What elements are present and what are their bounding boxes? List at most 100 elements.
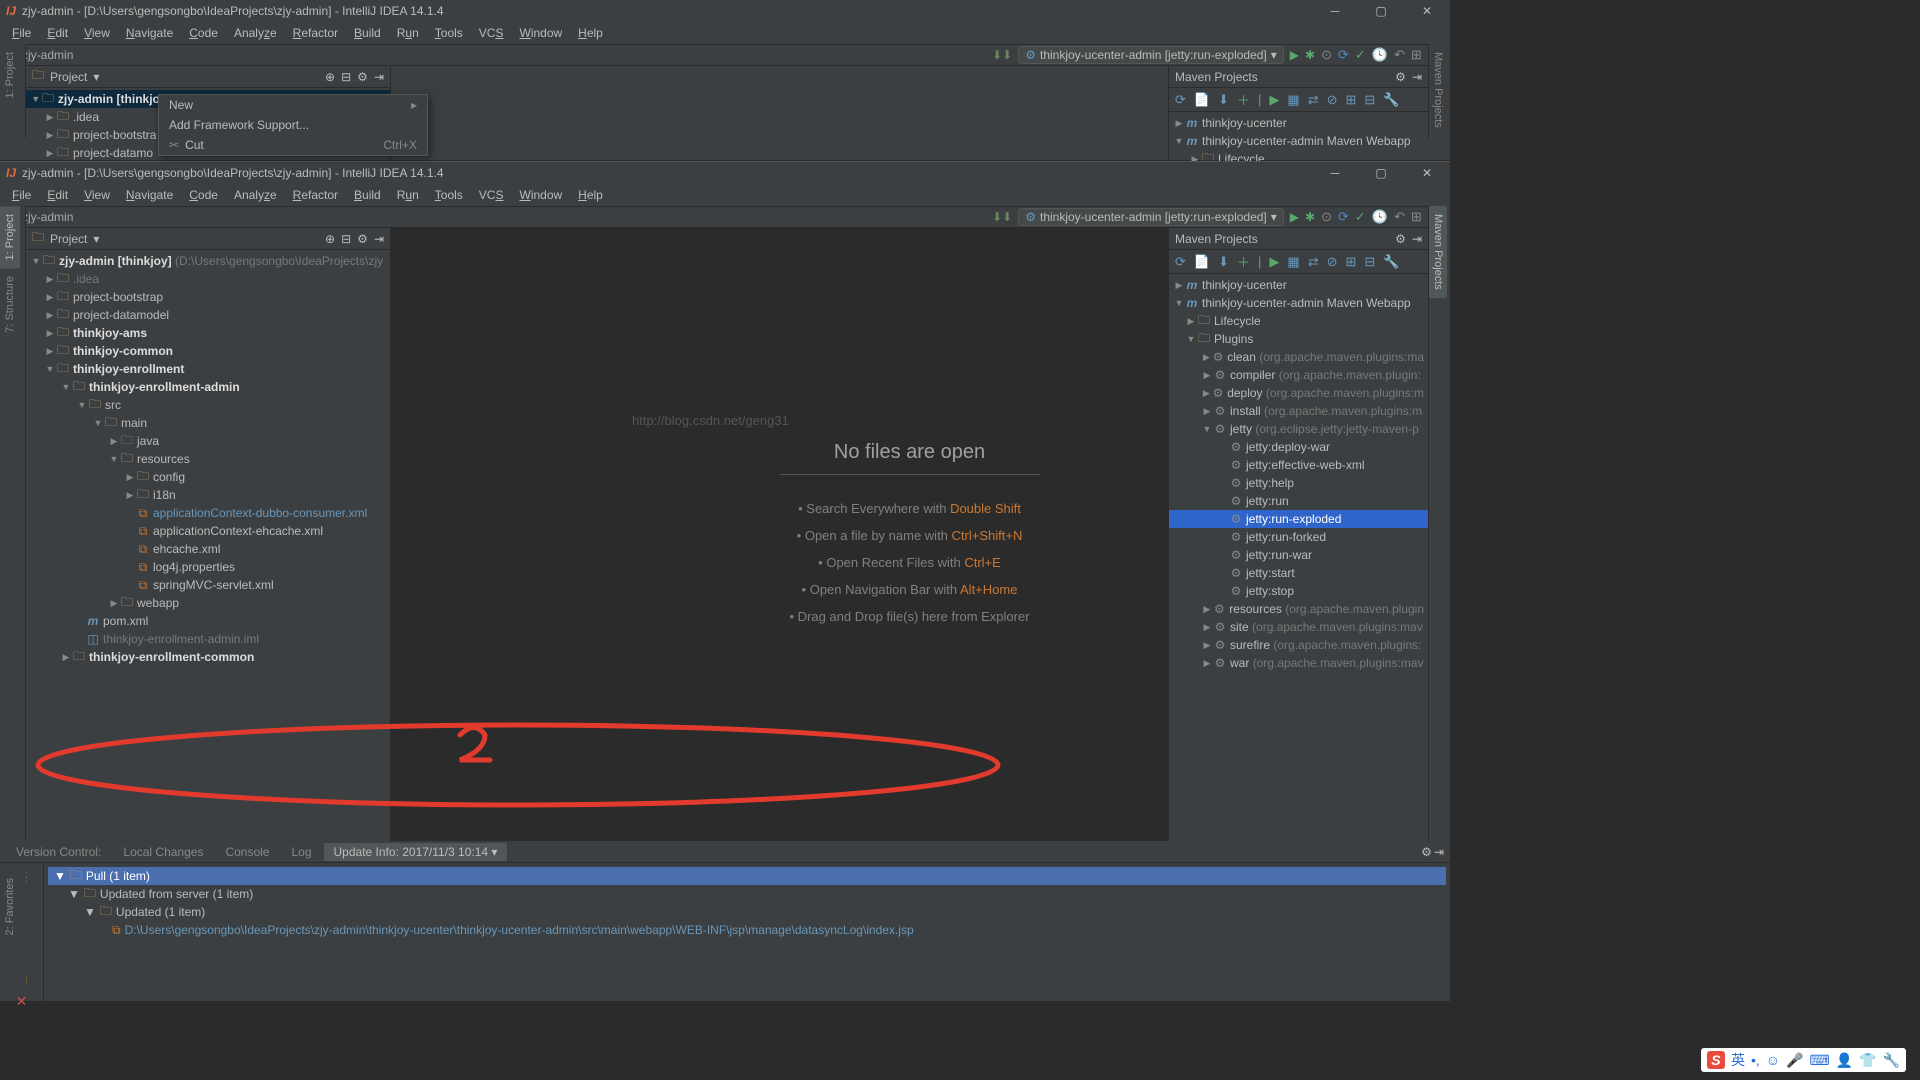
commit-icon[interactable]: ✓ xyxy=(1355,209,1366,225)
menu-navigate[interactable]: Navigate xyxy=(118,186,181,204)
menu-tools[interactable]: Tools xyxy=(427,186,471,204)
vcs-tab-update[interactable]: Update Info: 2017/11/3 10:14 ▾ xyxy=(324,843,508,861)
maximize-button[interactable]: ▢ xyxy=(1358,162,1404,184)
download-icon[interactable]: ⬇ xyxy=(1218,254,1229,270)
tree-item[interactable]: ▶⚙resources (org.apache.maven.plugin xyxy=(1169,600,1428,618)
reimport-icon[interactable]: ⟳ xyxy=(1175,254,1186,270)
ctx-add-framework[interactable]: Add Framework Support... xyxy=(159,115,427,135)
tree-item[interactable]: ▼mthinkjoy-ucenter-admin Maven Webapp xyxy=(1169,294,1428,312)
scroll-to-icon[interactable]: ⊟ xyxy=(341,70,351,84)
tree-item[interactable]: ▶🗀webapp xyxy=(26,594,390,612)
hide-icon[interactable]: ⇥ xyxy=(1412,232,1422,246)
maximize-button[interactable]: ▢ xyxy=(1358,0,1404,22)
menu-view[interactable]: View xyxy=(76,24,118,42)
tree-item[interactable]: ▶🗀thinkjoy-ams xyxy=(26,324,390,342)
tab-project[interactable]: 1: Project xyxy=(0,206,20,268)
tree-item[interactable]: ▶🗀thinkjoy-common xyxy=(26,342,390,360)
run-icon[interactable]: ▶ xyxy=(1269,92,1279,108)
vcs-tab-console[interactable]: Console xyxy=(215,843,279,861)
menu-build[interactable]: Build xyxy=(346,24,389,42)
tree-item[interactable]: ⧉springMVC-servlet.xml xyxy=(26,576,390,594)
vcs-row[interactable]: ▼🗀Updated from server (1 item) xyxy=(48,885,1446,903)
ime-emoji-icon[interactable]: ☺ xyxy=(1766,1052,1780,1068)
tree-item[interactable]: ▶mthinkjoy-ucenter xyxy=(1169,276,1428,294)
menu-run[interactable]: Run xyxy=(389,24,427,42)
tree-item[interactable]: ▶⚙compiler (org.apache.maven.plugin: xyxy=(1169,366,1428,384)
vcs-tab-log[interactable]: Log xyxy=(281,843,321,861)
settings-icon[interactable]: ⊞ xyxy=(1411,209,1422,225)
minimize-button[interactable]: ─ xyxy=(1312,0,1358,22)
view-mode-dropdown[interactable]: ▾ xyxy=(93,70,99,84)
menu-vcs[interactable]: VCS xyxy=(471,186,512,204)
tree-item[interactable]: ⧉ehcache.xml xyxy=(26,540,390,558)
skip-icon[interactable]: ⊘ xyxy=(1327,92,1338,108)
tree-item-selected[interactable]: ⚙jetty:run-exploded xyxy=(1169,510,1428,528)
hide-icon[interactable]: ⇥ xyxy=(374,232,384,246)
run-icon[interactable]: ▶ xyxy=(1290,210,1299,224)
ctx-cut[interactable]: ✂CutCtrl+X xyxy=(159,135,427,155)
tree-item[interactable]: ⚙jetty:stop xyxy=(1169,582,1428,600)
tree-item[interactable]: ▼🗀src xyxy=(26,396,390,414)
tree-item[interactable]: mpom.xml xyxy=(26,612,390,630)
skip-icon[interactable]: ⊘ xyxy=(1327,254,1338,270)
add-icon[interactable]: ＋ xyxy=(1237,252,1250,271)
tree-item[interactable]: ▶🗀i18n xyxy=(26,486,390,504)
generate-icon[interactable]: 📄 xyxy=(1194,254,1210,270)
tree-item[interactable]: ⧉applicationContext-ehcache.xml xyxy=(26,522,390,540)
gear-icon[interactable]: ⚙ xyxy=(1395,232,1406,246)
menu-edit[interactable]: Edit xyxy=(39,24,76,42)
update-icon[interactable]: ⟳ xyxy=(1338,209,1349,225)
update-icon[interactable]: ⟳ xyxy=(1338,47,1349,63)
menu-refactor[interactable]: Refactor xyxy=(285,186,346,204)
tree-item[interactable]: ⚙jetty:help xyxy=(1169,474,1428,492)
show-icon[interactable]: ⊞ xyxy=(1346,254,1357,270)
maven-tree[interactable]: ▶mthinkjoy-ucenter ▼mthinkjoy-ucenter-ad… xyxy=(1169,274,1428,674)
tree-item[interactable]: ▶mthinkjoy-ucenter xyxy=(1169,114,1428,132)
tree-item[interactable]: ▼🗀resources xyxy=(26,450,390,468)
gear-icon[interactable]: ⚙ xyxy=(1395,70,1406,84)
menu-edit[interactable]: Edit xyxy=(39,186,76,204)
revert-icon[interactable]: ↶ xyxy=(1394,209,1405,225)
menu-refactor[interactable]: Refactor xyxy=(285,24,346,42)
tree-item[interactable]: ⚙jetty:start xyxy=(1169,564,1428,582)
ime-tool-icon[interactable]: 🔧 xyxy=(1883,1052,1900,1069)
tree-item[interactable]: ⧉log4j.properties xyxy=(26,558,390,576)
vcs-file-row[interactable]: ⧉D:\Users\gengsongbo\IdeaProjects\zjy-ad… xyxy=(48,921,1446,939)
gear-icon[interactable]: ⚙ xyxy=(357,232,368,246)
menu-window[interactable]: Window xyxy=(511,24,570,42)
sogou-icon[interactable]: S xyxy=(1707,1051,1725,1069)
vcs-tab-local[interactable]: Local Changes xyxy=(113,843,213,861)
menu-help[interactable]: Help xyxy=(570,24,611,42)
scroll-to-icon[interactable]: ⊟ xyxy=(341,232,351,246)
ime-keyboard-icon[interactable]: ⌨ xyxy=(1809,1052,1829,1069)
tab-structure[interactable]: 7: Structure xyxy=(0,268,20,341)
menu-run[interactable]: Run xyxy=(389,186,427,204)
tree-item[interactable]: ▶🗀java xyxy=(26,432,390,450)
execute-icon[interactable]: ▦ xyxy=(1287,92,1299,108)
settings-icon[interactable]: ⊞ xyxy=(1411,47,1422,63)
tree-item[interactable]: ▼🗀Plugins xyxy=(1169,330,1428,348)
minimize-button[interactable]: ─ xyxy=(1312,162,1358,184)
hide-icon[interactable]: ⇥ xyxy=(1434,845,1444,859)
menu-navigate[interactable]: Navigate xyxy=(118,24,181,42)
hide-icon[interactable]: ⇥ xyxy=(374,70,384,84)
tree-root[interactable]: ▼🗀zjy-admin [thinkjoy] (D:\Users\gengson… xyxy=(26,252,390,270)
tree-item[interactable]: ⧉applicationContext-dubbo-consumer.xml xyxy=(26,504,390,522)
settings-icon[interactable]: 🔧 xyxy=(1383,254,1399,270)
tree-item[interactable]: ▼⚙jetty (org.eclipse.jetty:jetty-maven-p xyxy=(1169,420,1428,438)
tree-item[interactable]: ▶🗀thinkjoy-enrollment-common xyxy=(26,648,390,666)
menu-analyze[interactable]: Analyze xyxy=(226,186,285,204)
tree-item[interactable]: ▶⚙surefire (org.apache.maven.plugins: xyxy=(1169,636,1428,654)
tree-item[interactable]: ⚙jetty:run xyxy=(1169,492,1428,510)
menu-window[interactable]: Window xyxy=(511,186,570,204)
make-icon[interactable]: ⬇⬇ xyxy=(992,48,1012,62)
tree-item[interactable]: ⚙jetty:effective-web-xml xyxy=(1169,456,1428,474)
project-tree[interactable]: ▼🗀zjy-admin [thinkjoy] (D:\Users\gengson… xyxy=(26,250,390,668)
toggle-icon[interactable]: ⇄ xyxy=(1308,254,1319,270)
coverage-icon[interactable]: ⊙ xyxy=(1321,47,1332,63)
close-button[interactable]: ✕ xyxy=(1404,0,1450,22)
reimport-icon[interactable]: ⟳ xyxy=(1175,92,1186,108)
commit-icon[interactable]: ✓ xyxy=(1355,47,1366,63)
tree-item[interactable]: ▶🗀config xyxy=(26,468,390,486)
history-icon[interactable]: 🕓 xyxy=(1372,209,1388,225)
